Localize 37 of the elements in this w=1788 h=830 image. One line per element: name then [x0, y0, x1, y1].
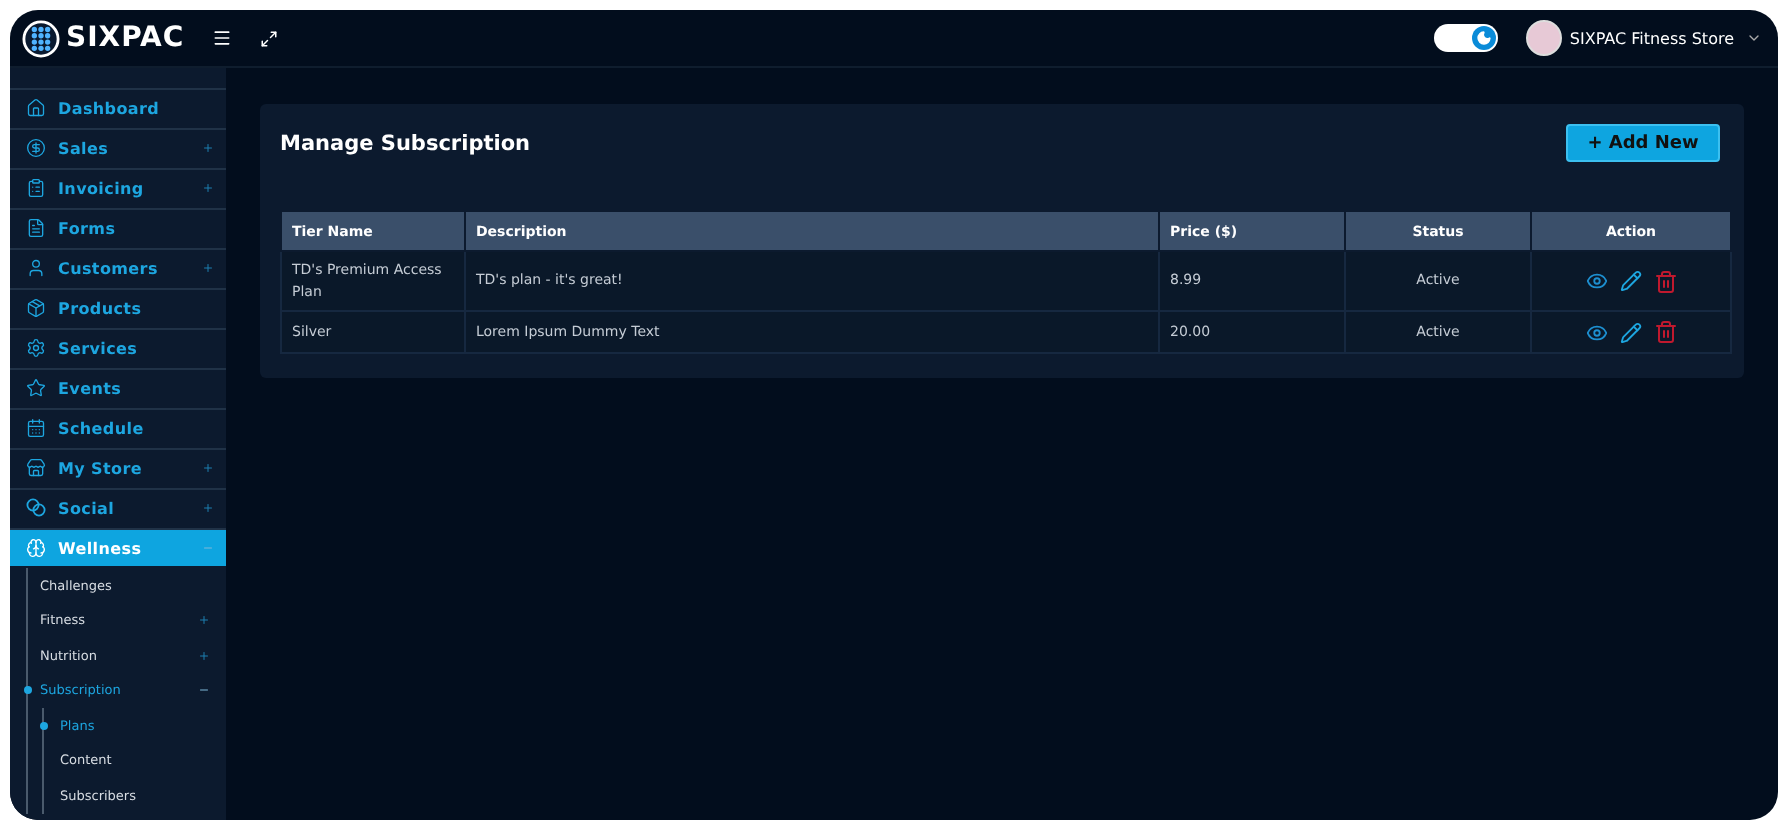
- plus-icon[interactable]: [198, 614, 210, 627]
- delete-icon[interactable]: [1653, 320, 1677, 344]
- plus-icon[interactable]: [202, 262, 214, 274]
- theme-toggle[interactable]: [1433, 24, 1498, 52]
- user-icon: [26, 258, 46, 278]
- add-new-button[interactable]: + Add New: [1566, 124, 1720, 162]
- home-icon: [26, 98, 46, 118]
- chevron-down-icon[interactable]: [1746, 30, 1762, 46]
- calendar-icon: [26, 418, 46, 438]
- logo-icon: [22, 19, 60, 57]
- circles-icon: [26, 498, 46, 518]
- edit-icon[interactable]: [1619, 321, 1641, 343]
- box-icon: [26, 298, 46, 318]
- plus-icon[interactable]: [202, 142, 214, 154]
- clipboard-icon: [26, 178, 46, 198]
- plus-icon[interactable]: [202, 462, 214, 474]
- view-icon[interactable]: [1585, 321, 1607, 343]
- view-icon[interactable]: [1585, 270, 1607, 292]
- gear-icon: [26, 338, 46, 358]
- delete-icon[interactable]: [1653, 269, 1677, 293]
- plus-icon[interactable]: [202, 182, 214, 194]
- plus-icon[interactable]: [202, 502, 214, 514]
- edit-icon[interactable]: [1619, 270, 1641, 292]
- star-icon: [26, 378, 46, 398]
- moon-icon: [1475, 30, 1492, 46]
- menu-icon[interactable]: [212, 28, 233, 48]
- dollar-icon: [26, 138, 46, 158]
- plus-icon[interactable]: [198, 649, 210, 662]
- card-title: Manage Subscription: [280, 132, 531, 156]
- document-icon: [26, 218, 46, 238]
- expand-icon[interactable]: [260, 29, 279, 47]
- store-icon: [26, 458, 46, 478]
- brain-icon: [26, 538, 46, 558]
- minus-icon[interactable]: [198, 684, 210, 697]
- avatar[interactable]: [1525, 20, 1562, 56]
- account-name[interactable]: SIXPAC Fitness Store: [1569, 29, 1734, 47]
- logo-text: SIXPAC: [66, 22, 185, 54]
